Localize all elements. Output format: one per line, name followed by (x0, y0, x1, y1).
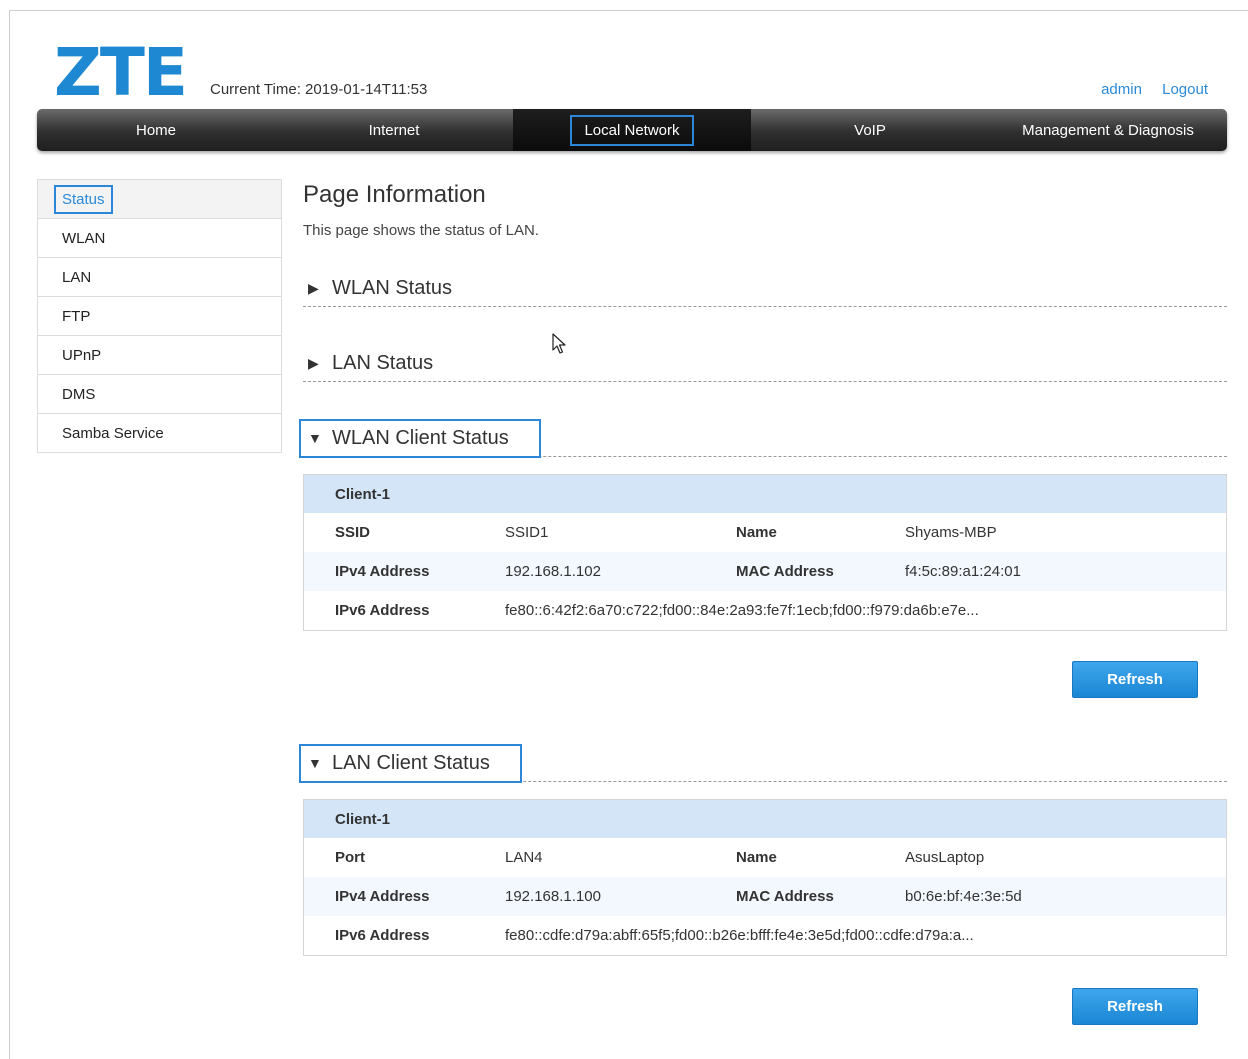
page-title: Page Information (303, 181, 486, 208)
lan-client-table: Client-1 Port LAN4 Name AsusLaptop IPv4 … (303, 799, 1227, 956)
table-row: Port LAN4 Name AsusLaptop (335, 849, 985, 866)
main-nav: Home Internet Local Network VoIP Managem… (37, 109, 1227, 151)
expand-arrow-icon: ▶ (308, 279, 319, 296)
table-row: IPv4 Address 192.168.1.100 MAC Address b… (304, 877, 1226, 916)
client-header: Client-1 (304, 475, 1226, 513)
lan-refresh-button[interactable]: Refresh (1072, 988, 1198, 1025)
nav-internet[interactable]: Internet (275, 109, 513, 151)
section-title: WLAN Status (332, 276, 453, 299)
user-links: admin Logout (1085, 81, 1208, 98)
section-wlan-status[interactable]: ▶ WLAN Status (303, 270, 1227, 307)
sidebar: Status WLAN LAN FTP UPnP DMS Samba Servi… (37, 179, 282, 453)
sidebar-item-samba-service[interactable]: Samba Service (38, 414, 281, 452)
table-row: IPv6 Address fe80::6:42f2:6a70:c722;fd00… (335, 602, 979, 619)
zte-logo: ZTE (54, 34, 188, 111)
table-row: IPv4 Address 192.168.1.102 MAC Address f… (304, 552, 1226, 591)
logout-link[interactable]: Logout (1162, 81, 1208, 98)
nav-management-diagnosis[interactable]: Management & Diagnosis (989, 109, 1227, 151)
page-description: This page shows the status of LAN. (303, 222, 539, 239)
page-frame-top (9, 10, 1248, 11)
nav-voip[interactable]: VoIP (751, 109, 989, 151)
sidebar-item-upnp[interactable]: UPnP (38, 336, 281, 375)
section-wlan-client-status[interactable]: ▼ WLAN Client Status (299, 418, 1227, 458)
sidebar-item-wlan[interactable]: WLAN (38, 219, 281, 258)
sidebar-item-status[interactable]: Status (38, 180, 281, 219)
table-row: IPv6 Address fe80::cdfe:d79a:abff:65f5;f… (335, 927, 974, 944)
sidebar-item-lan[interactable]: LAN (38, 258, 281, 297)
wlan-refresh-button[interactable]: Refresh (1072, 661, 1198, 698)
user-link-admin[interactable]: admin (1101, 81, 1142, 98)
section-title: LAN Status (332, 351, 434, 374)
sidebar-item-dms[interactable]: DMS (38, 375, 281, 414)
page-frame-left (9, 10, 10, 1059)
wlan-client-table: Client-1 SSID SSID1 Name Shyams-MBP IPv4… (303, 474, 1227, 631)
sidebar-item-ftp[interactable]: FTP (38, 297, 281, 336)
current-time: Current Time: 2019-01-14T11:53 (210, 81, 428, 98)
collapse-arrow-icon: ▼ (308, 430, 322, 446)
table-row: SSID SSID1 Name Shyams-MBP (335, 524, 997, 541)
collapse-arrow-icon: ▼ (308, 755, 322, 771)
nav-home[interactable]: Home (37, 109, 275, 151)
section-title: WLAN Client Status (332, 426, 509, 449)
expand-arrow-icon: ▶ (308, 354, 319, 371)
section-lan-status[interactable]: ▶ LAN Status (303, 345, 1227, 382)
mouse-pointer-icon (552, 333, 566, 354)
section-lan-client-status[interactable]: ▼ LAN Client Status (299, 743, 1227, 783)
nav-local-network[interactable]: Local Network (513, 109, 751, 151)
client-header: Client-1 (304, 800, 1226, 838)
section-title: LAN Client Status (332, 751, 490, 774)
